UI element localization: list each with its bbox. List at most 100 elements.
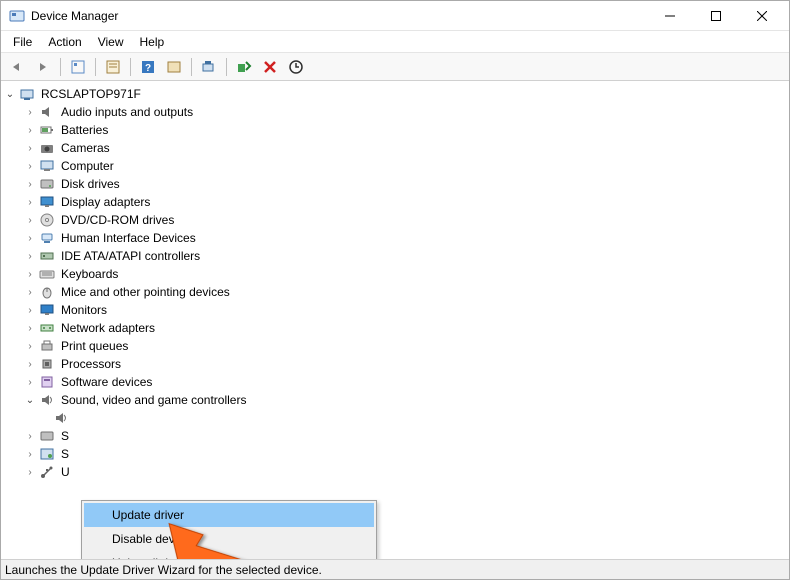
tree-category-node[interactable]: Disk drives: [19, 175, 787, 193]
back-button[interactable]: [5, 56, 29, 78]
expander-icon[interactable]: [23, 393, 37, 407]
tree-category-node[interactable]: Batteries: [19, 121, 787, 139]
expander-icon[interactable]: [23, 465, 37, 479]
scan-hardware-button[interactable]: [197, 56, 221, 78]
system-icon: [39, 446, 55, 462]
category-label: IDE ATA/ATAPI controllers: [59, 249, 202, 263]
category-label: Computer: [59, 159, 116, 173]
tree-category-node[interactable]: Monitors: [19, 301, 787, 319]
tree-category-node[interactable]: S: [19, 427, 787, 445]
tree-category-node[interactable]: U: [19, 463, 787, 481]
tree-category-node[interactable]: Audio inputs and outputs: [19, 103, 787, 121]
properties-button[interactable]: [101, 56, 125, 78]
tree-category-node[interactable]: Computer: [19, 157, 787, 175]
computer-icon: [39, 158, 55, 174]
battery-icon: [39, 122, 55, 138]
close-button[interactable]: [739, 1, 785, 31]
expander-icon[interactable]: [3, 87, 17, 101]
expander-icon[interactable]: [23, 447, 37, 461]
expander-icon[interactable]: [23, 177, 37, 191]
menu-help[interactable]: Help: [132, 33, 173, 51]
root-label: RCSLAPTOP971F: [39, 87, 143, 101]
ctx-update-driver[interactable]: Update driver: [84, 503, 374, 527]
window-title: Device Manager: [31, 9, 118, 23]
expander-icon[interactable]: [23, 123, 37, 137]
expander-icon[interactable]: [23, 303, 37, 317]
expander-icon[interactable]: [23, 267, 37, 281]
update-driver-button[interactable]: [284, 56, 308, 78]
sound-device-icon: [53, 410, 69, 426]
tree-category-node[interactable]: Mice and other pointing devices: [19, 283, 787, 301]
expander-icon[interactable]: [23, 141, 37, 155]
tree-device-node[interactable]: [35, 409, 787, 427]
tree-category-node[interactable]: Processors: [19, 355, 787, 373]
expander-icon[interactable]: [23, 249, 37, 263]
expander-icon[interactable]: [23, 213, 37, 227]
app-icon: [9, 8, 25, 24]
tree-category-node[interactable]: S: [19, 445, 787, 463]
statusbar: Launches the Update Driver Wizard for th…: [1, 559, 789, 579]
titlebar: Device Manager: [1, 1, 789, 31]
status-text: Launches the Update Driver Wizard for th…: [5, 563, 322, 577]
expander-icon[interactable]: [23, 285, 37, 299]
device-tree[interactable]: RCSLAPTOP971F Audio inputs and outputs Ba…: [1, 81, 789, 559]
tree-category-node[interactable]: Sound, video and game controllers: [19, 391, 787, 409]
expander-icon[interactable]: [23, 159, 37, 173]
minimize-button[interactable]: [647, 1, 693, 31]
tree-category-node[interactable]: Print queues: [19, 337, 787, 355]
category-label: Mice and other pointing devices: [59, 285, 232, 299]
maximize-button[interactable]: [693, 1, 739, 31]
expander-icon[interactable]: [23, 195, 37, 209]
category-label: Print queues: [59, 339, 130, 353]
display-icon: [39, 194, 55, 210]
toolbar: ?: [1, 53, 789, 81]
forward-button[interactable]: [31, 56, 55, 78]
menu-view[interactable]: View: [90, 33, 132, 51]
uninstall-device-button[interactable]: [258, 56, 282, 78]
enable-device-button[interactable]: [232, 56, 256, 78]
tree-root-node[interactable]: RCSLAPTOP971F: [3, 85, 787, 103]
tree-category-node[interactable]: Cameras: [19, 139, 787, 157]
tree-category-node[interactable]: Display adapters: [19, 193, 787, 211]
category-label: Monitors: [59, 303, 109, 317]
tree-category-node[interactable]: Network adapters: [19, 319, 787, 337]
computer-icon: [19, 86, 35, 102]
cd-icon: [39, 212, 55, 228]
monitor-icon: [39, 302, 55, 318]
sound-icon: [39, 392, 55, 408]
storage-icon: [39, 428, 55, 444]
action-button[interactable]: [162, 56, 186, 78]
expander-icon[interactable]: [23, 429, 37, 443]
tree-category-node[interactable]: DVD/CD-ROM drives: [19, 211, 787, 229]
category-label: Processors: [59, 357, 123, 371]
ctx-uninstall-device[interactable]: Uninstall device: [84, 551, 374, 559]
tree-category-node[interactable]: Human Interface Devices: [19, 229, 787, 247]
expander-icon[interactable]: [23, 321, 37, 335]
show-hidden-button[interactable]: [66, 56, 90, 78]
expander-icon[interactable]: [23, 105, 37, 119]
context-menu: Update driver Disable device Uninstall d…: [81, 500, 377, 559]
menu-file[interactable]: File: [5, 33, 40, 51]
category-label: Cameras: [59, 141, 112, 155]
tree-category-node[interactable]: Software devices: [19, 373, 787, 391]
tree-category-node[interactable]: IDE ATA/ATAPI controllers: [19, 247, 787, 265]
expander-icon[interactable]: [23, 375, 37, 389]
keyboard-icon: [39, 266, 55, 282]
expander-icon[interactable]: [23, 231, 37, 245]
menu-action[interactable]: Action: [40, 33, 89, 51]
help-button[interactable]: ?: [136, 56, 160, 78]
category-label: U: [59, 465, 72, 479]
tree-category-node[interactable]: Keyboards: [19, 265, 787, 283]
category-label: S: [59, 429, 71, 443]
ctx-disable-device[interactable]: Disable device: [84, 527, 374, 551]
camera-icon: [39, 140, 55, 156]
category-label: Disk drives: [59, 177, 122, 191]
expander-icon[interactable]: [23, 339, 37, 353]
expander-icon[interactable]: [23, 357, 37, 371]
category-label: Sound, video and game controllers: [59, 393, 248, 407]
category-label: Display adapters: [59, 195, 152, 209]
software-icon: [39, 374, 55, 390]
category-label: Audio inputs and outputs: [59, 105, 195, 119]
network-icon: [39, 320, 55, 336]
category-label: Keyboards: [59, 267, 120, 281]
